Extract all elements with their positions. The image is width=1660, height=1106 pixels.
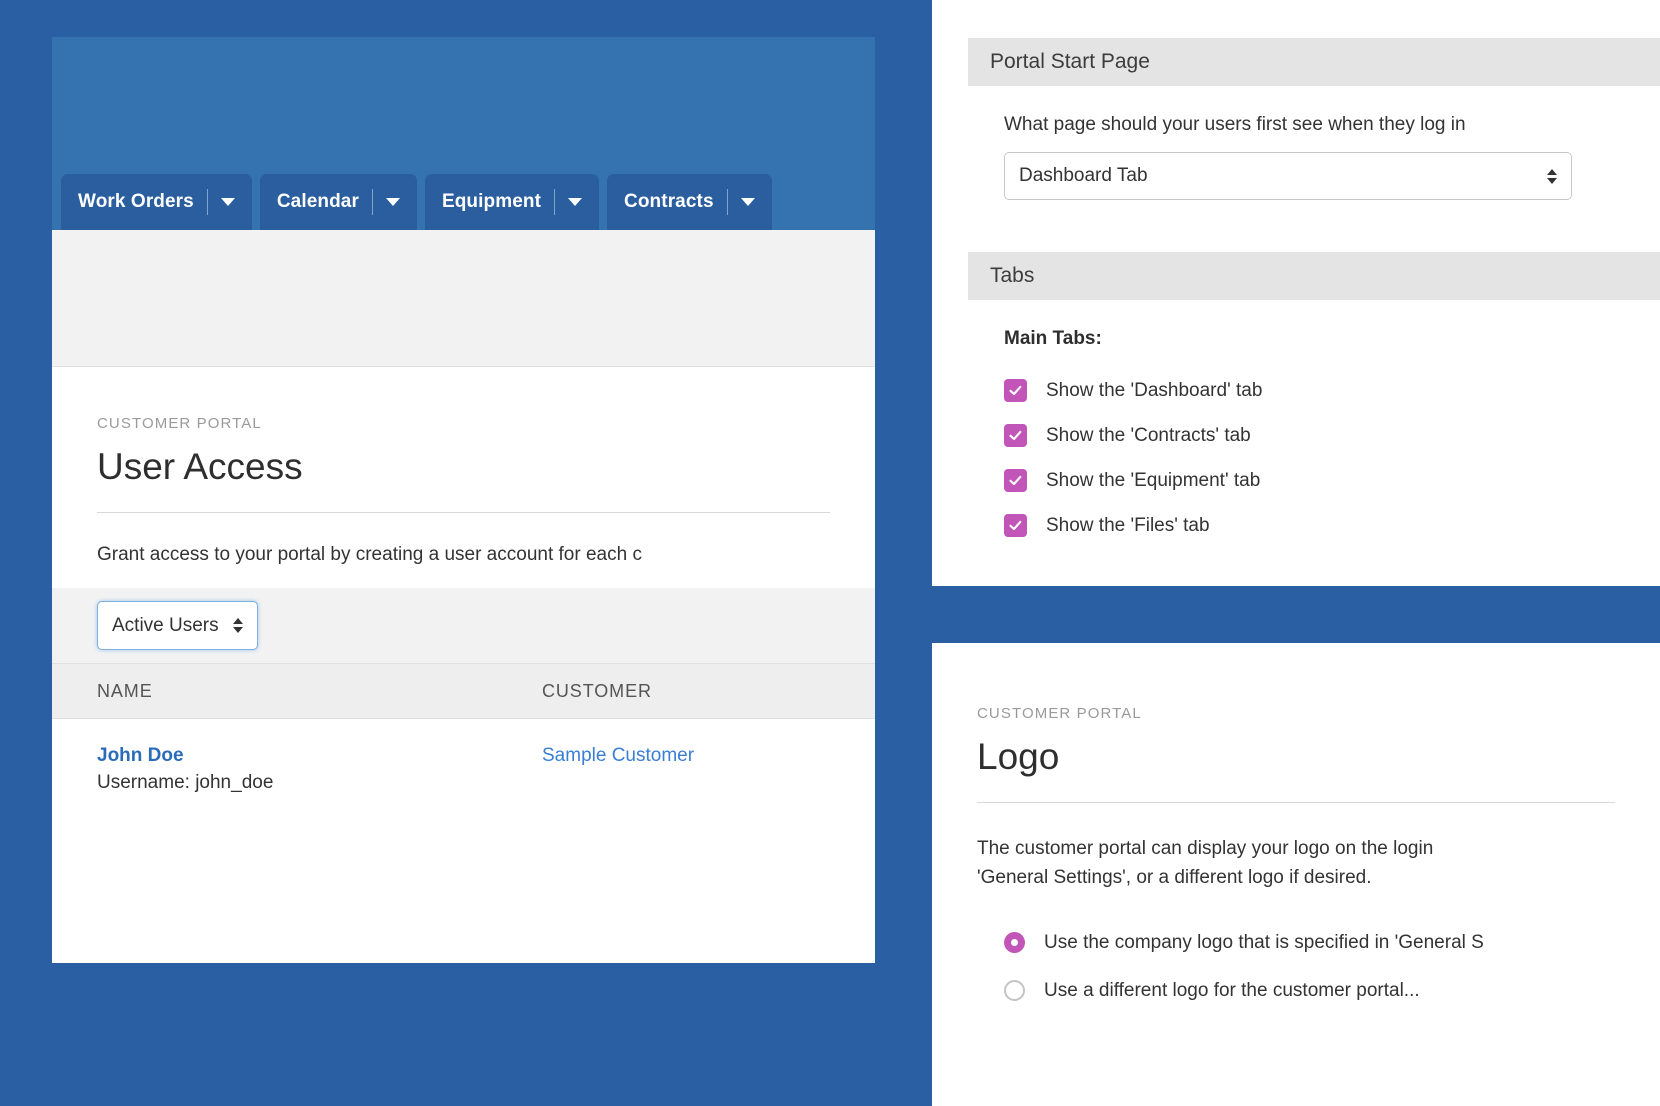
logo-description-line2: 'General Settings', or a different logo … bbox=[977, 863, 1660, 892]
title-divider bbox=[97, 512, 830, 513]
nav-tab-calendar[interactable]: Calendar bbox=[260, 174, 417, 230]
select-spinner-icon[interactable] bbox=[1547, 169, 1557, 184]
column-header-name: NAME bbox=[52, 681, 542, 702]
user-username-text: Username: john_doe bbox=[97, 772, 542, 794]
section-header-tabs: Tabs bbox=[968, 252, 1660, 300]
page-title: Logo bbox=[932, 736, 1660, 778]
breadcrumb: CUSTOMER PORTAL bbox=[932, 705, 1660, 722]
chevron-down-icon[interactable] bbox=[221, 198, 235, 206]
nav-tab-contracts[interactable]: Contracts bbox=[607, 174, 772, 230]
radio-row-different-logo[interactable]: Use a different logo for the customer po… bbox=[1004, 967, 1660, 1015]
user-filter-value: Active Users bbox=[112, 615, 219, 637]
chevron-down-icon[interactable] bbox=[568, 198, 582, 206]
checkbox-checked-icon[interactable] bbox=[1004, 469, 1027, 492]
table-row: John Doe Username: john_doe Sample Custo… bbox=[52, 719, 875, 794]
portal-navigation-tabs: Work Orders Calendar Equipment Contracts bbox=[52, 165, 875, 230]
logo-description-line1: The customer portal can display your log… bbox=[977, 838, 1433, 859]
checkbox-checked-icon[interactable] bbox=[1004, 379, 1027, 402]
table-cell-customer: Sample Customer bbox=[542, 745, 872, 794]
checkbox-row-equipment-tab[interactable]: Show the 'Equipment' tab bbox=[1004, 458, 1660, 503]
radio-unselected-icon[interactable] bbox=[1004, 980, 1025, 1001]
nav-tab-label: Calendar bbox=[277, 191, 359, 213]
checkbox-label: Show the 'Equipment' tab bbox=[1046, 470, 1260, 492]
checkbox-checked-icon[interactable] bbox=[1004, 514, 1027, 537]
main-tabs-checkbox-list: Show the 'Dashboard' tab Show the 'Contr… bbox=[1004, 368, 1660, 548]
checkbox-checked-icon[interactable] bbox=[1004, 424, 1027, 447]
page-description: Grant access to your portal by creating … bbox=[52, 544, 875, 566]
table-cell-name: John Doe Username: john_doe bbox=[52, 745, 542, 794]
portal-settings-panel: Portal Start Page What page should your … bbox=[932, 0, 1660, 586]
chevron-down-icon[interactable] bbox=[741, 198, 755, 206]
tab-divider bbox=[207, 189, 208, 215]
logo-settings-panel: CUSTOMER PORTAL Logo The customer portal… bbox=[932, 643, 1660, 1106]
page-title: User Access bbox=[52, 446, 875, 488]
select-spinner-icon[interactable] bbox=[233, 618, 243, 633]
checkbox-label: Show the 'Dashboard' tab bbox=[1046, 380, 1262, 402]
portal-content-area: CUSTOMER PORTAL User Access Grant access… bbox=[52, 367, 875, 963]
portal-toolbar bbox=[52, 230, 875, 367]
checkbox-row-dashboard-tab[interactable]: Show the 'Dashboard' tab bbox=[1004, 368, 1660, 413]
nav-tab-equipment[interactable]: Equipment bbox=[425, 174, 599, 230]
breadcrumb: CUSTOMER PORTAL bbox=[52, 415, 875, 432]
nav-tab-label: Work Orders bbox=[78, 191, 194, 213]
checkbox-label: Show the 'Contracts' tab bbox=[1046, 425, 1251, 447]
user-filter-bar: Active Users bbox=[52, 588, 875, 663]
portal-header-banner bbox=[52, 37, 875, 165]
user-filter-select[interactable]: Active Users bbox=[97, 601, 258, 650]
start-page-question-label: What page should your users first see wh… bbox=[1004, 114, 1660, 136]
column-header-customer: CUSTOMER bbox=[542, 681, 872, 702]
tab-divider bbox=[554, 189, 555, 215]
start-page-select[interactable]: Dashboard Tab bbox=[1004, 152, 1572, 200]
nav-tab-work-orders[interactable]: Work Orders bbox=[61, 174, 252, 230]
nav-tab-label: Equipment bbox=[442, 191, 541, 213]
checkbox-row-contracts-tab[interactable]: Show the 'Contracts' tab bbox=[1004, 413, 1660, 458]
tab-divider bbox=[372, 189, 373, 215]
section-header-portal-start-page: Portal Start Page bbox=[968, 38, 1660, 86]
tab-divider bbox=[727, 189, 728, 215]
start-page-value: Dashboard Tab bbox=[1019, 165, 1148, 187]
title-divider bbox=[977, 802, 1615, 803]
checkbox-label: Show the 'Files' tab bbox=[1046, 515, 1210, 537]
radio-label: Use the company logo that is specified i… bbox=[1044, 932, 1484, 954]
checkbox-row-files-tab[interactable]: Show the 'Files' tab bbox=[1004, 503, 1660, 548]
radio-selected-icon[interactable] bbox=[1004, 932, 1025, 953]
radio-row-company-logo[interactable]: Use the company logo that is specified i… bbox=[1004, 919, 1660, 967]
table-header-row: NAME CUSTOMER bbox=[52, 663, 875, 719]
main-tabs-label: Main Tabs: bbox=[1004, 328, 1660, 350]
user-name-link[interactable]: John Doe bbox=[97, 745, 542, 767]
portal-preview-window: Work Orders Calendar Equipment Contracts… bbox=[52, 37, 875, 963]
radio-label: Use a different logo for the customer po… bbox=[1044, 980, 1420, 1002]
user-access-table: NAME CUSTOMER John Doe Username: john_do… bbox=[52, 663, 875, 794]
nav-tab-label: Contracts bbox=[624, 191, 714, 213]
chevron-down-icon[interactable] bbox=[386, 198, 400, 206]
customer-link[interactable]: Sample Customer bbox=[542, 745, 694, 766]
logo-description: The customer portal can display your log… bbox=[977, 834, 1660, 893]
